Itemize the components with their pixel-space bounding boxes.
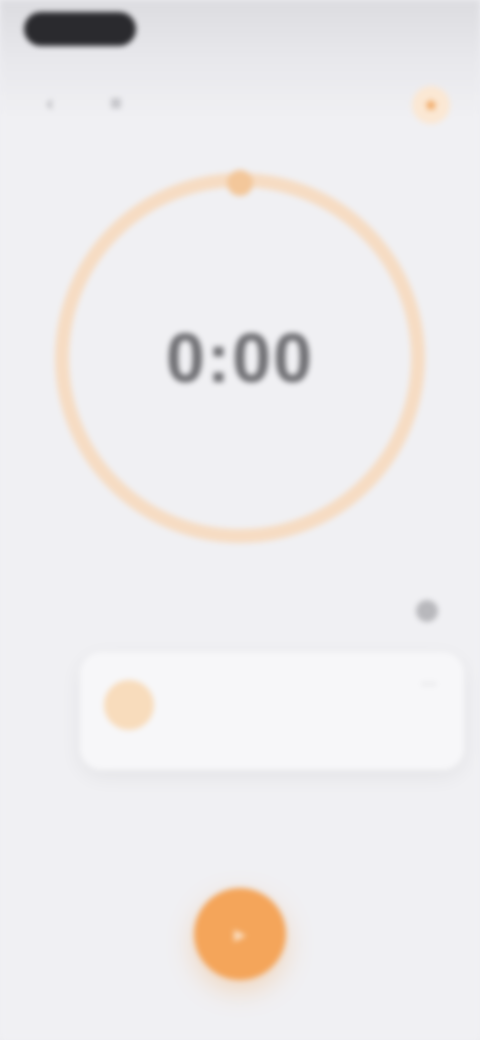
section-header [36, 598, 446, 628]
screen: ‹ ≡ ★ 0:00 ⋯ ▸ [0, 0, 480, 1040]
status-pill [24, 12, 136, 46]
ring-handle[interactable] [227, 170, 253, 196]
timer-value: 0:00 [165, 319, 315, 397]
start-button[interactable]: ▸ [194, 888, 286, 980]
star-icon[interactable]: ★ [412, 86, 450, 124]
status-bar [0, 0, 480, 64]
top-nav: ‹ ≡ ★ [0, 80, 480, 132]
card-avatar [104, 680, 154, 730]
more-icon[interactable]: ⋯ [418, 674, 440, 696]
section-action-button[interactable] [416, 600, 446, 622]
chevron-left-icon[interactable]: ‹ [34, 88, 66, 120]
list-icon[interactable]: ≡ [100, 88, 132, 120]
task-card[interactable]: ⋯ [80, 652, 464, 770]
play-icon: ▸ [233, 920, 247, 948]
filter-icon [416, 600, 438, 622]
timer-ring: 0:00 [40, 158, 440, 558]
